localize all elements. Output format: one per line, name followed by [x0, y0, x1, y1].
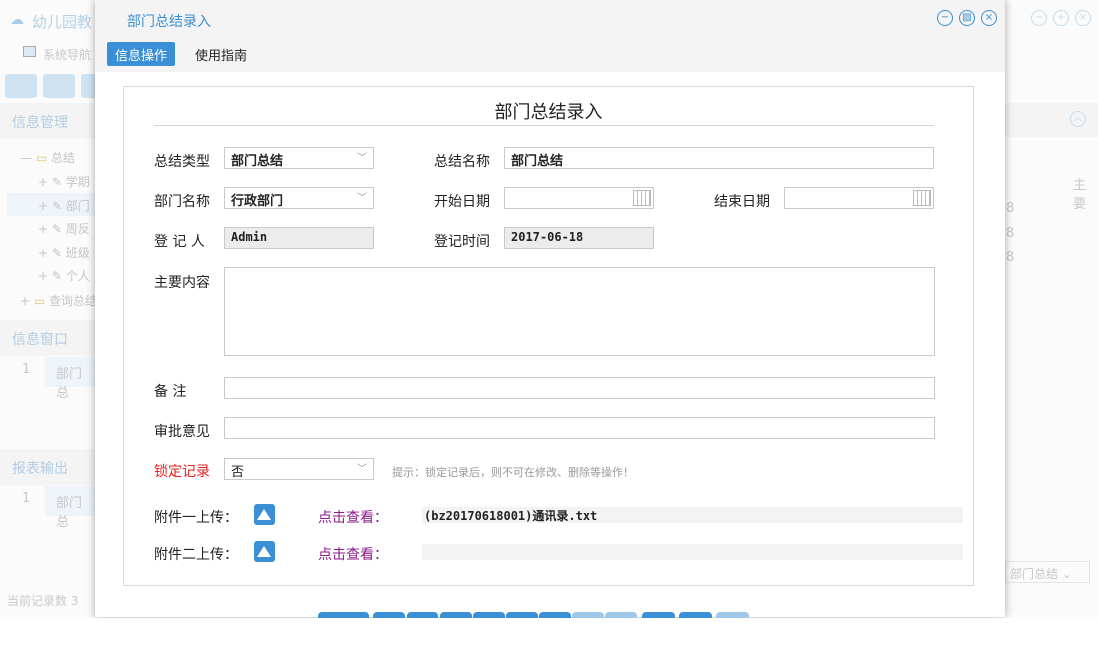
dept-name-select[interactable]: 行政部门﹀: [224, 187, 374, 209]
panel-report[interactable]: 报表输出: [0, 449, 95, 485]
attach2-view-link[interactable]: 点击查看：: [318, 544, 388, 564]
list-item[interactable]: 部门总: [45, 357, 95, 387]
grid-cell: 8: [1006, 250, 1014, 265]
end-date-label: 结束日期: [714, 191, 770, 211]
approval-input[interactable]: [224, 417, 935, 439]
remark-label: 备 注: [154, 381, 186, 401]
lock-select[interactable]: 否﹀: [224, 458, 374, 480]
toolbar-search-button[interactable]: [5, 74, 37, 98]
record-count: 当前记录数 3: [7, 592, 78, 609]
reg-time-label: 登记时间: [434, 231, 490, 251]
row-number: 1: [22, 362, 30, 377]
chevron-down-icon: ﹀: [357, 460, 367, 475]
panel-info-manage[interactable]: 信息管理: [0, 103, 95, 139]
reg-time-field: 2017-06-18: [504, 227, 654, 249]
end-date-input[interactable]: [784, 187, 934, 209]
upload-icon[interactable]: [254, 541, 275, 562]
form-heading: 部门总结录入: [124, 98, 973, 124]
minimize-icon[interactable]: −: [1031, 10, 1047, 26]
start-date-input[interactable]: [504, 187, 654, 209]
attach1-label: 附件一上传：: [154, 507, 238, 527]
content-textarea[interactable]: [224, 267, 935, 356]
summary-name-label: 总结名称: [434, 151, 490, 171]
tree-item[interactable]: + ✎ 班级: [38, 244, 90, 261]
attach1-file[interactable]: (bz20170618001)通讯录.txt: [422, 507, 963, 523]
grid-cell: 8: [1006, 226, 1014, 241]
dialog-tabs: 信息操作 使用指南: [95, 40, 1005, 72]
tree-item[interactable]: + ✎ 个人: [38, 267, 90, 284]
content-label: 主要内容: [154, 272, 210, 292]
collapse-icon[interactable]: ︿: [1070, 111, 1086, 127]
minimize-icon[interactable]: −: [937, 10, 953, 26]
app-title: 幼儿园教: [32, 11, 92, 32]
tab-info-operation[interactable]: 信息操作: [107, 42, 175, 66]
upload-icon[interactable]: [254, 504, 275, 525]
row-number: 1: [22, 491, 30, 506]
start-date-label: 开始日期: [434, 191, 490, 211]
grid-cell: 8: [1006, 201, 1014, 216]
summary-name-input[interactable]: 部门总结: [504, 147, 934, 169]
lock-label: 锁定记录: [154, 461, 210, 481]
panel-info-window[interactable]: 信息窗口: [0, 320, 95, 356]
maximize-icon[interactable]: +: [1053, 10, 1069, 26]
page-bottom: [0, 618, 1098, 655]
calendar-icon[interactable]: [913, 190, 931, 206]
filter-select[interactable]: 部门总结 ⌄: [1005, 561, 1090, 583]
chevron-down-icon: ﹀: [357, 189, 367, 204]
summary-type-label: 总结类型: [154, 151, 210, 171]
app-logo-icon: ☁: [10, 12, 24, 28]
attach2-file[interactable]: [422, 544, 963, 560]
grid-column-header[interactable]: 主要: [1073, 174, 1098, 212]
nav-label[interactable]: 系统导航: [43, 46, 91, 63]
remark-input[interactable]: [224, 377, 935, 399]
registrant-field: Admin: [224, 227, 374, 249]
entry-form: 部门总结录入 总结类型 部门总结﹀ 总结名称 部门总结 部门名称 行政部门﹀ 开…: [123, 86, 974, 586]
tab-user-guide[interactable]: 使用指南: [187, 42, 255, 66]
restore-icon[interactable]: ▨: [959, 10, 975, 26]
lock-hint: 提示：锁定记录后，则不可在修改、删除等操作！: [392, 464, 634, 480]
dept-name-label: 部门名称: [154, 191, 210, 211]
nav-icon: [23, 46, 36, 57]
dialog-title: 部门总结录入: [127, 11, 211, 31]
approval-label: 审批意见: [154, 421, 210, 441]
summary-entry-dialog: 部门总结录入 − ▨ × 信息操作 使用指南 部门总结录入 总结类型 部门总结﹀…: [95, 0, 1005, 617]
registrant-label: 登 记 人: [154, 231, 205, 251]
tree-item[interactable]: + ✎ 部门: [38, 197, 90, 214]
calendar-icon[interactable]: [633, 190, 651, 206]
attach1-view-link[interactable]: 点击查看：: [318, 507, 388, 527]
tree-item[interactable]: + ✎ 学期: [38, 173, 90, 190]
close-icon[interactable]: ×: [981, 10, 997, 26]
tree-folder[interactable]: — ▭ 总结: [20, 149, 75, 166]
heading-divider: [154, 125, 934, 126]
close-icon[interactable]: ×: [1075, 10, 1091, 26]
toolbar-button[interactable]: [43, 74, 75, 98]
tree-folder[interactable]: + ▭ 查询总结: [20, 292, 97, 309]
dialog-titlebar[interactable]: 部门总结录入 − ▨ ×: [95, 0, 1005, 40]
tree-item[interactable]: + ✎ 周反: [38, 220, 90, 237]
attach2-label: 附件二上传：: [154, 544, 238, 564]
chevron-down-icon: ﹀: [357, 149, 367, 164]
list-item[interactable]: 部门总: [45, 486, 95, 516]
summary-type-select[interactable]: 部门总结﹀: [224, 147, 374, 169]
